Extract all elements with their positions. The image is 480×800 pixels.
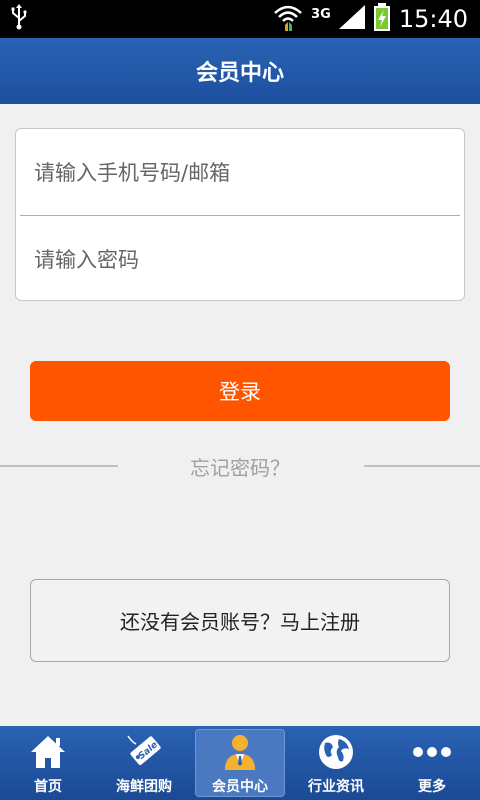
divider-right <box>364 465 480 467</box>
page-header: 会员中心 <box>0 38 480 104</box>
home-icon <box>28 732 68 772</box>
member-icon <box>220 732 260 772</box>
forgot-password-link[interactable]: 忘记密码？ <box>190 452 290 481</box>
tab-seafood-group-buy[interactable]: Sale 海鲜团购 <box>96 726 192 800</box>
tab-more[interactable]: 更多 <box>384 726 480 800</box>
register-button[interactable]: 还没有会员账号？马上注册 <box>30 579 450 662</box>
tab-home[interactable]: 首页 <box>0 726 96 800</box>
register-button-label: 还没有会员账号？马上注册 <box>120 610 360 634</box>
status-bar: 3G 15:40 <box>0 0 480 38</box>
tab-industry-news[interactable]: 行业资讯 <box>288 726 384 800</box>
account-input[interactable]: 请输入手机号码/邮箱 <box>16 129 464 215</box>
login-button-label: 登录 <box>219 380 261 404</box>
sale-tag-icon: Sale <box>124 732 164 772</box>
status-time: 15:40 <box>398 5 468 33</box>
forgot-password-row: 忘记密码？ <box>0 452 480 480</box>
network-type: 3G <box>311 6 331 22</box>
tab-label-seafood: 海鲜团购 <box>116 779 172 795</box>
login-button[interactable]: 登录 <box>30 361 450 421</box>
password-input[interactable]: 请输入密码 <box>16 216 464 302</box>
tab-member-center[interactable]: 会员中心 <box>192 726 288 800</box>
bottom-tab-bar: 首页 Sale 海鲜团购 会员中心 行业资讯 更多 <box>0 726 480 800</box>
page-title: 会员中心 <box>195 61 284 86</box>
login-form: 请输入手机号码/邮箱 请输入密码 <box>15 128 465 301</box>
tab-label-news: 行业资讯 <box>308 779 364 795</box>
signal-icon <box>338 5 365 33</box>
tab-label-member: 会员中心 <box>212 779 268 795</box>
tab-label-home: 首页 <box>34 779 62 795</box>
usb-icon <box>10 4 28 34</box>
tab-label-more: 更多 <box>418 779 446 795</box>
battery-icon <box>373 3 391 35</box>
more-icon <box>412 732 452 772</box>
wifi-icon <box>273 3 303 35</box>
password-placeholder: 请输入密码 <box>34 248 139 272</box>
divider-left <box>0 465 118 467</box>
globe-icon <box>316 732 356 772</box>
account-placeholder: 请输入手机号码/邮箱 <box>34 161 231 185</box>
